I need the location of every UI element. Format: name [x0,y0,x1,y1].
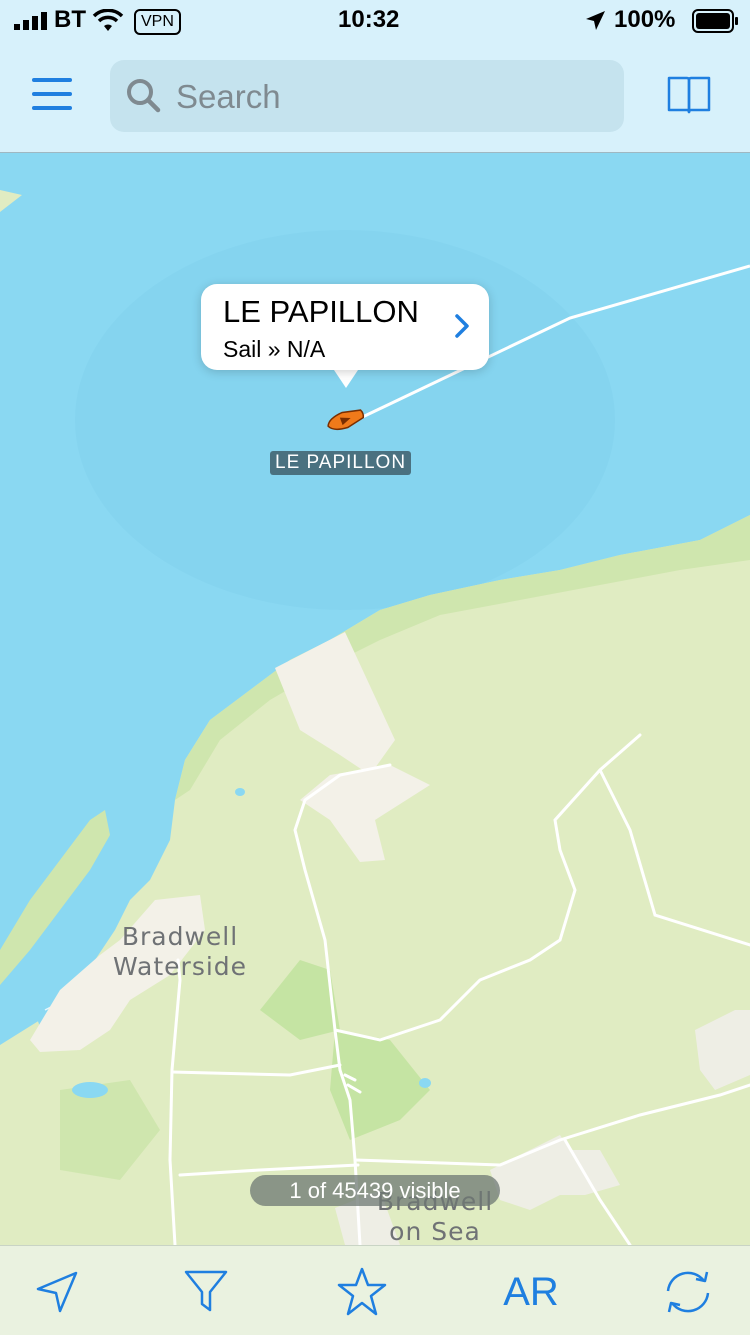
locate-button[interactable] [27,1264,87,1320]
search-placeholder: Search [176,78,281,115]
refresh-icon [666,1271,710,1313]
location-arrow-icon [36,1271,78,1313]
star-icon [337,1267,387,1316]
place-label-bradwell-waterside: Bradwell Waterside [100,922,260,982]
filter-funnel-icon [184,1270,228,1312]
refresh-button[interactable] [658,1264,718,1320]
magnifier-icon [127,79,161,113]
place-line: on Sea [389,1217,481,1245]
location-active-icon [586,11,605,30]
map-view[interactable]: LE PAPILLON Sail » N/A LE PAPILLON Bradw… [0,153,750,1245]
hamburger-menu-icon[interactable] [32,76,74,112]
battery-percent: 100% [614,6,676,33]
wifi-icon [92,9,124,31]
signal-icon [14,12,47,30]
vessel-name: LE PAPILLON [223,294,419,329]
battery-icon [692,9,738,33]
top-toolbar: Search [0,44,750,153]
status-bar: BT VPN 10:32 100% [0,0,750,44]
vpn-badge: VPN [134,9,181,35]
filter-button[interactable] [176,1264,236,1320]
ar-button[interactable]: AR [496,1264,566,1320]
open-book-icon[interactable] [666,74,712,116]
place-line: Waterside [112,952,248,981]
favorites-button[interactable] [332,1264,392,1320]
vessel-callout[interactable]: LE PAPILLON Sail » N/A [201,284,489,370]
place-line: Bradwell [121,922,239,951]
ar-label: AR [503,1269,559,1314]
visible-count-pill: 1 of 45439 visible [250,1175,500,1206]
carrier-label: BT [54,6,86,33]
search-field[interactable]: Search [110,60,624,132]
bottom-toolbar: AR [0,1245,750,1335]
clock: 10:32 [338,6,400,33]
vessel-map-label[interactable]: LE PAPILLON [270,451,412,475]
vessel-type: Sail » N/A [223,336,326,362]
chevron-right-icon[interactable] [453,312,471,340]
